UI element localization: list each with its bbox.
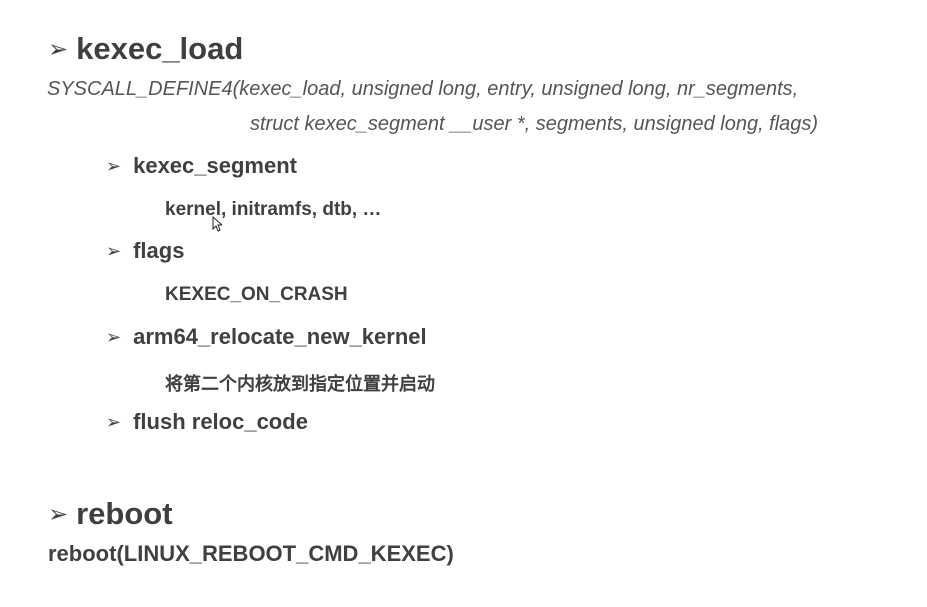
item-label: kexec_segment	[133, 153, 297, 178]
arrow-bullet-icon: ➢	[106, 240, 122, 261]
item-flush-reloc-code: ➢ flush reloc_code	[106, 409, 308, 435]
arrow-bullet-icon: ➢	[48, 500, 69, 528]
arrow-bullet-icon: ➢	[106, 326, 122, 347]
slide: ➢ kexec_load SYSCALL_DEFINE4(kexec_load,…	[0, 0, 927, 607]
syscall-signature-line1: SYSCALL_DEFINE4(kexec_load, unsigned lon…	[47, 78, 799, 100]
syscall-signature-line2: struct kexec_segment __user *, segments,…	[250, 113, 819, 135]
arrow-bullet-icon: ➢	[48, 35, 69, 63]
mouse-cursor-icon	[212, 216, 222, 232]
reboot-heading: ➢ reboot	[48, 496, 173, 532]
item-label: flush reloc_code	[133, 409, 308, 434]
item-kexec-segment: ➢ kexec_segment	[106, 153, 297, 179]
item-label: arm64_relocate_new_kernel	[133, 324, 427, 349]
reboot-call: reboot(LINUX_REBOOT_CMD_KEXEC)	[48, 541, 454, 566]
kexec-load-title: kexec_load	[76, 31, 244, 66]
item-flags: ➢ flags	[106, 238, 184, 264]
kexec-load-heading: ➢ kexec_load	[48, 31, 243, 67]
reboot-title: reboot	[76, 496, 173, 531]
item-detail-flags: KEXEC_ON_CRASH	[165, 284, 348, 305]
arrow-bullet-icon: ➢	[106, 411, 122, 432]
item-detail-arm64-relocate: 将第二个内核放到指定位置并启动	[165, 374, 435, 395]
arrow-bullet-icon: ➢	[106, 155, 122, 176]
item-detail-kexec-segment: kernel, initramfs, dtb, …	[165, 199, 382, 220]
item-label: flags	[133, 238, 185, 263]
item-arm64-relocate-new-kernel: ➢ arm64_relocate_new_kernel	[106, 324, 427, 350]
